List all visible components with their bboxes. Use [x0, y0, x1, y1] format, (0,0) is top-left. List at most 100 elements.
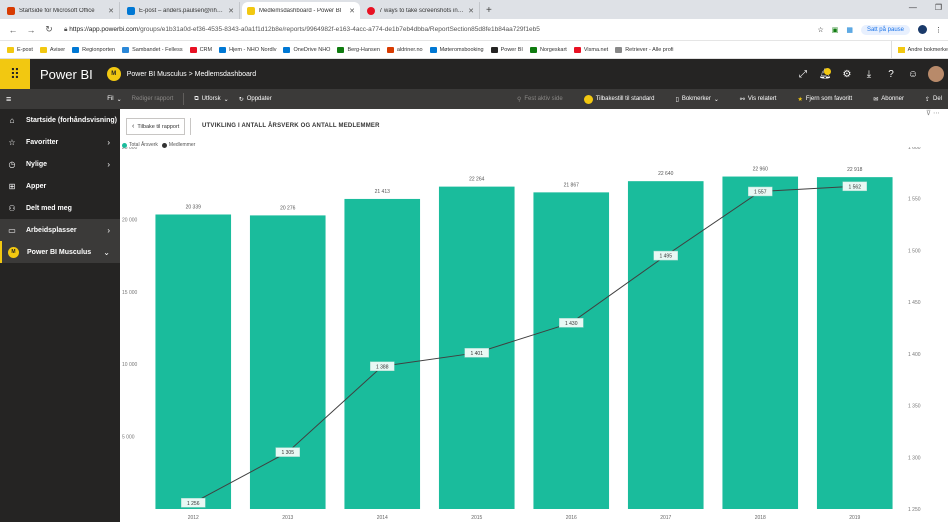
url-field[interactable]: 🔒︎ https://app.powerbi.com/groups/e1b31a… — [64, 26, 817, 34]
hamburger-icon[interactable]: ≡ — [6, 94, 11, 104]
notification-icon[interactable]: 🔔︎ — [814, 67, 836, 80]
app-launcher-icon[interactable]: ⠿ — [0, 59, 30, 89]
chevron-down-icon: ⌄ — [713, 96, 719, 103]
bookmark-item[interactable]: Retriever - Alle profi — [615, 46, 674, 53]
bookmark-item[interactable]: Møteromsbooking — [429, 46, 484, 53]
bookmark-favicon-icon — [615, 46, 623, 53]
sidebar-item-home[interactable]: ⌂ Startside (forhåndsvisning) — [0, 109, 120, 131]
bookmark-item[interactable]: Sambandet - Felless — [122, 46, 183, 53]
refresh-button[interactable]: ↻ Oppdater — [239, 96, 272, 103]
bookmark-item[interactable]: Power BI — [490, 46, 523, 53]
sidebar-item-favorites[interactable]: ☆ Favoritter › — [0, 131, 120, 153]
outlook-icon — [127, 6, 135, 15]
download-icon[interactable]: ⤓ — [858, 69, 880, 80]
browser-tab[interactable]: Startside for Microsoft Office ✕ — [2, 2, 120, 19]
pin-label: Fest aktiv side — [524, 96, 563, 102]
profile-avatar-icon[interactable] — [918, 25, 927, 34]
browser-tab[interactable]: 7 ways to take screenshots in Wi ✕ — [362, 2, 480, 19]
close-tab-icon[interactable]: ✕ — [228, 7, 234, 15]
file-menu[interactable]: Fil ⌄ — [107, 96, 121, 103]
bookmark-item[interactable]: E-post — [7, 46, 33, 53]
view-related-button[interactable]: ⚯ Vis relatert — [740, 96, 777, 103]
close-tab-icon[interactable]: ✕ — [349, 7, 355, 15]
nav-sidebar: ⌂ Startside (forhåndsvisning) ☆ Favoritter… — [0, 109, 120, 522]
explore-menu[interactable]: ⧉ Utforsk ⌄ — [194, 96, 228, 103]
pin-page-button[interactable]: ⚲ Fest aktiv side — [517, 96, 563, 103]
bookmark-label: Power BI — [500, 46, 523, 53]
unfavorite-button[interactable]: ★ Fjern som favoritt — [797, 96, 852, 103]
sync-paused-button[interactable]: Satt på pause — [860, 24, 910, 35]
extension-icon[interactable]: ▦ — [846, 26, 853, 34]
sidebar-item-apps[interactable]: ⊞ Apper — [0, 175, 120, 197]
bar-arsverk — [438, 186, 515, 509]
browser-actions: ☆ ▣ ▦ Satt på pause ⋮ — [817, 24, 942, 35]
help-icon[interactable]: ? — [880, 69, 902, 80]
chevron-right-icon: › — [107, 137, 110, 147]
bar-data-label: 22 264 — [469, 177, 485, 183]
bookmark-item[interactable]: Aviser — [39, 46, 66, 53]
chevron-right-icon: › — [107, 225, 110, 235]
related-label: Vis relatert — [747, 96, 777, 102]
other-bookmarks[interactable]: Andre bokmerke — [890, 41, 948, 58]
bookmark-favicon-icon — [219, 46, 227, 53]
bookmarks-menu[interactable]: ▯ Bokmerker ⌄ — [676, 96, 719, 103]
sidebar-item-recent[interactable]: ◷ Nylige › — [0, 153, 120, 175]
bookmark-item[interactable]: Regionporten — [72, 46, 116, 53]
sidebar-item-workspaces[interactable]: ▭ Arbeidsplasser › — [0, 219, 120, 241]
breadcrumb[interactable]: Power BI Musculus > Medlemsdashboard — [127, 71, 256, 78]
menu-dots-icon[interactable]: ⋮ — [935, 26, 942, 34]
maximize-icon[interactable]: ❐ — [935, 3, 942, 12]
bar-arsverk — [155, 214, 232, 509]
sidebar-item-workspace-musculus[interactable]: M Power BI Musculus ⌄ — [0, 241, 120, 263]
home-icon: ⌂ — [9, 115, 15, 125]
reset-default-button[interactable]: Tilbakestill til standard — [583, 94, 655, 104]
reload-icon[interactable]: ↻ — [44, 24, 54, 35]
bookmark-label: Sambandet - Felless — [132, 46, 183, 53]
bookmark-label: Aviser — [49, 46, 66, 53]
close-tab-icon[interactable]: ✕ — [468, 7, 474, 15]
bar-arsverk — [816, 177, 893, 510]
filter-icon[interactable]: ⊽ — [926, 110, 931, 117]
bookmark-item[interactable]: aldriner.no — [386, 46, 423, 53]
sidebar-item-label: Nylige — [26, 160, 48, 168]
brand-title[interactable]: Power BI — [40, 67, 93, 82]
bookmark-item[interactable]: Hjem - NHO Nordlv — [219, 46, 276, 53]
bookmark-item[interactable]: Visma.net — [573, 46, 608, 53]
bookmark-item[interactable]: Berg-Hansen — [337, 46, 380, 53]
edit-report-button[interactable]: Rediger rapport — [132, 96, 174, 102]
fullscreen-icon[interactable]: ⤢ — [792, 69, 814, 80]
share-button[interactable]: ⇪ Del — [925, 96, 942, 103]
bookmark-favicon-icon — [7, 46, 14, 53]
bar-data-label: 22 960 — [753, 167, 769, 173]
new-tab-icon[interactable]: + — [486, 5, 492, 16]
subscribe-button[interactable]: ✉ Abonner — [873, 96, 904, 103]
minimize-icon[interactable]: — — [909, 3, 917, 12]
browser-tab[interactable]: E-post – anders.paulsen@nho.no ✕ — [122, 2, 240, 19]
user-avatar[interactable] — [928, 66, 944, 82]
close-tab-icon[interactable]: ✕ — [108, 7, 114, 15]
bookmark-star-icon[interactable]: ☆ — [817, 26, 823, 34]
bookmark-label: Regionporten — [82, 46, 116, 53]
back-arrow-icon[interactable]: ← — [8, 25, 18, 35]
browser-tab-active[interactable]: Medlemsdashboard - Power BI ✕ — [242, 2, 360, 19]
back-to-report-button[interactable]: ‹ Tilbake til rapport — [126, 118, 186, 135]
report-command-bar: ≡ Fil ⌄ Rediger rapport ⧉ Utforsk ⌄ ↻ Oppdat… — [0, 89, 948, 109]
header-actions: ⤢ 🔔︎ ⚙ ⤓ ? ☺ — [792, 59, 948, 89]
sidebar-item-shared[interactable]: ⚇ Delt med meg — [0, 197, 120, 219]
other-bookmarks-label: Andre bokmerke — [907, 47, 948, 53]
bookmark-favicon-icon — [529, 46, 537, 53]
more-options-icon[interactable]: ⋯ — [933, 110, 940, 117]
settings-gear-icon[interactable]: ⚙ — [836, 69, 858, 80]
bookmark-item[interactable]: OneDrive NHO — [283, 46, 330, 53]
chevron-left-icon: ‹ — [132, 123, 135, 130]
bookmark-item[interactable]: Norgeskart — [529, 46, 567, 53]
subscribe-label: Abonner — [881, 96, 904, 102]
bookmark-item[interactable]: CRM — [189, 46, 212, 53]
forward-arrow-icon[interactable]: → — [26, 25, 36, 35]
extension-icon[interactable]: ▣ — [832, 26, 839, 34]
feedback-smiley-icon[interactable]: ☺ — [902, 69, 924, 80]
x-tick-label: 2018 — [755, 515, 766, 521]
y-left-tick-label: 10 000 — [122, 362, 138, 368]
office-icon — [7, 6, 15, 15]
y-right-tick-label: 1 400 — [908, 352, 921, 358]
